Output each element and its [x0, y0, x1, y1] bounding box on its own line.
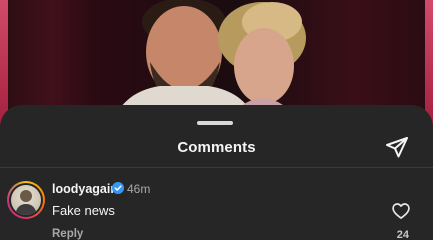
paper-plane-icon [386, 137, 408, 158]
verified-badge-icon [112, 182, 124, 194]
comment-timestamp: 46m [127, 182, 151, 196]
comments-sheet: Comments loodyagain 46m Fake news Reply … [0, 105, 433, 240]
share-button[interactable] [385, 135, 409, 159]
like-count: 24 [396, 229, 409, 240]
comment-item: loodyagain 46m Fake news Reply 24 [0, 175, 433, 240]
like-button[interactable] [391, 201, 411, 221]
heart-outline-icon [392, 203, 410, 219]
avatar-image [11, 185, 41, 215]
instagram-post-comments-screen: Comments loodyagain 46m Fake news Reply … [0, 0, 433, 240]
comment-username[interactable]: loodyagain [52, 182, 118, 196]
sheet-drag-handle[interactable] [197, 121, 233, 125]
sheet-title: Comments [177, 139, 256, 156]
reply-button[interactable]: Reply [52, 228, 83, 240]
sheet-divider [0, 167, 433, 168]
user-photo-icon [15, 190, 37, 215]
avatar-ring-gap [9, 183, 43, 217]
comment-text: Fake news [52, 203, 115, 218]
avatar[interactable] [7, 181, 45, 219]
